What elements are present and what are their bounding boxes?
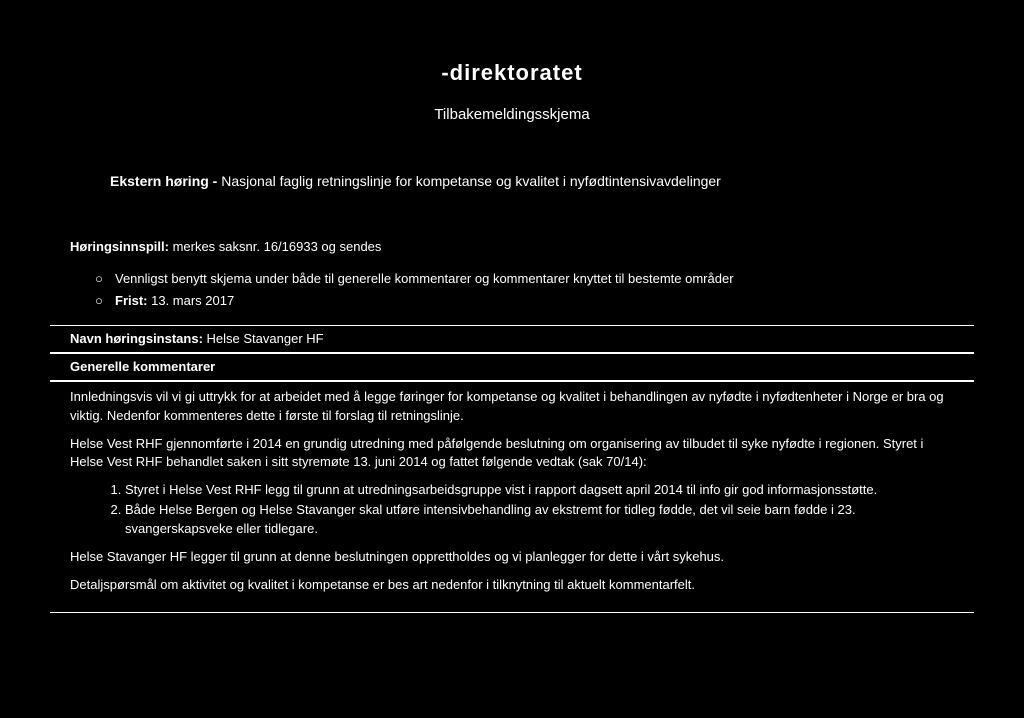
paragraph: Detaljspørsmål om aktivitet og kvalitet … xyxy=(70,576,954,594)
header-logo: -direktoratet xyxy=(50,60,974,86)
navn-row: Navn høringsinstans: Helse Stavanger HF xyxy=(50,325,974,353)
horingsinnspill-label: Høringsinnspill: xyxy=(70,239,169,254)
instruction-list: Vennligst benytt skjema under både til g… xyxy=(50,269,974,310)
generelle-body: Innledningsvis vil vi gi uttrykk for at … xyxy=(50,381,974,613)
list-item: Frist: 13. mars 2017 xyxy=(95,291,974,311)
paragraph: Helse Stavanger HF legger til grunn at d… xyxy=(70,548,954,566)
list-item: Vennligst benytt skjema under både til g… xyxy=(95,269,974,289)
frist-label: Frist: xyxy=(115,293,148,308)
list-item: Både Helse Bergen og Helse Stavanger ska… xyxy=(125,501,954,537)
hearing-rest: Nasjonal faglig retningslinje for kompet… xyxy=(221,173,721,189)
frist-value: 13. mars 2017 xyxy=(148,293,235,308)
numbered-list: Styret i Helse Vest RHF legg til grunn a… xyxy=(70,481,954,538)
header-subtitle: Tilbakemeldingsskjema xyxy=(50,106,974,123)
generelle-heading: Generelle kommentarer xyxy=(70,359,215,374)
hearing-prefix: Ekstern høring - xyxy=(110,173,221,189)
paragraph: Innledningsvis vil vi gi uttrykk for at … xyxy=(70,388,954,424)
horingsinnspill-line: Høringsinnspill: merkes saksnr. 16/16933… xyxy=(50,239,974,254)
paragraph: Helse Vest RHF gjennomførte i 2014 en gr… xyxy=(70,435,954,471)
hearing-title: Ekstern høring - Nasjonal faglig retning… xyxy=(50,173,974,189)
navn-label: Navn høringsinstans: xyxy=(70,331,203,346)
generelle-heading-row: Generelle kommentarer xyxy=(50,353,974,381)
horingsinnspill-text: merkes saksnr. 16/16933 og sendes xyxy=(169,239,381,254)
navn-value: Helse Stavanger HF xyxy=(203,331,324,346)
list-item: Styret i Helse Vest RHF legg til grunn a… xyxy=(125,481,954,499)
